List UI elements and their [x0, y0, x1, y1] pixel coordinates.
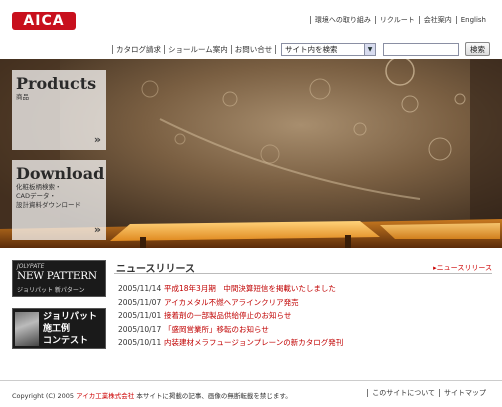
news-link[interactable]: 平成18年3月期 中間決算短信を掲載いたしました: [164, 283, 336, 294]
news-link[interactable]: 「盛岡営業所」移転のお知らせ: [164, 324, 269, 335]
download-subtitle-line: CADデータ・: [16, 192, 56, 200]
about-site-link[interactable]: このサイトについて: [367, 389, 439, 397]
banner-contest-line: コンテスト: [43, 336, 89, 346]
news-item: 2005/10/17 「盛岡営業所」移転のお知らせ: [118, 323, 492, 337]
banner-contest-text: ジョリパット 施工例 コンテスト: [43, 311, 97, 347]
news-title: ニュースリリース: [116, 264, 195, 275]
util-link-recruit[interactable]: リクルート: [374, 16, 419, 24]
catalog-request-link[interactable]: カタログ請求: [112, 45, 164, 54]
news-item: 2005/11/01 接着剤の一部製品供給停止のお知らせ: [118, 309, 492, 323]
news-link[interactable]: アイカメタル不燃ヘアラインクリア発売: [164, 297, 299, 308]
chevron-right-icon[interactable]: »: [94, 223, 101, 236]
chevron-down-icon[interactable]: ▼: [364, 44, 375, 55]
contact-link[interactable]: お問い合せ: [230, 45, 277, 54]
products-title: Products: [16, 74, 97, 93]
download-subtitle-line: 設計資料ダウンロード: [16, 201, 81, 209]
news-list: 2005/11/14 平成18年3月期 中間決算短信を掲載いたしました 2005…: [118, 282, 492, 350]
download-title: Download: [16, 164, 105, 183]
header: AICA 環境への取り組み リクルート 会社案内 English: [0, 0, 502, 41]
aica-logo[interactable]: AICA: [12, 12, 76, 30]
news-date: 2005/10/11: [118, 338, 162, 348]
copyright-prefix: Copyright (C) 2005: [12, 392, 77, 400]
news-more-link[interactable]: ▸ニュースリリース: [433, 263, 492, 273]
toolbar: カタログ請求 ショールーム案内 お問い合せ サイト内を検索 ▼ 検索: [0, 41, 502, 59]
news-date: 2005/11/01: [118, 311, 162, 321]
search-scope-select[interactable]: サイト内を検索 ▼: [281, 43, 376, 56]
banner-contest-line: ジョリパット: [43, 312, 98, 322]
utility-nav: 環境への取り組み リクルート 会社案内 English: [309, 16, 490, 24]
download-panel[interactable]: Download 化粧板柄検索・ CADデータ・ 設計資料ダウンロード »: [12, 160, 106, 240]
building-thumbnail: [15, 312, 39, 346]
toolbar-links: カタログ請求 ショールーム案内 お問い合せ: [112, 45, 277, 54]
download-subtitle-line: 化粧板柄検索・: [16, 183, 62, 191]
util-link-company[interactable]: 会社案内: [418, 16, 456, 24]
search-input[interactable]: [383, 43, 459, 56]
copyright-suffix: 本サイトに掲載の記事、画像の無断転載を禁じます。: [134, 392, 292, 400]
chevron-right-icon[interactable]: »: [94, 133, 101, 146]
news-date: 2005/11/14: [118, 284, 162, 294]
news-item: 2005/11/07 アイカメタル不燃ヘアラインクリア発売: [118, 296, 492, 310]
banner-contest-line: 施工例: [43, 324, 71, 334]
footer: Copyright (C) 2005 アイカ工業株式会社 本サイトに掲載の記事、…: [0, 380, 502, 407]
products-panel[interactable]: Products 商品 »: [12, 70, 106, 150]
news-item: 2005/11/14 平成18年3月期 中間決算短信を掲載いたしました: [118, 282, 492, 296]
company-link[interactable]: アイカ工業株式会社: [76, 392, 134, 400]
showroom-link[interactable]: ショールーム案内: [164, 45, 231, 54]
search-scope-value: サイト内を検索: [285, 45, 338, 54]
banner-headline: NEW PATTERN: [17, 270, 97, 282]
sitemap-link[interactable]: サイトマップ: [439, 389, 490, 397]
jolypate-new-pattern-banner[interactable]: JOLYPATE NEW PATTERN ジョリパット 新パターン: [12, 260, 106, 297]
news-link[interactable]: 内装建材メラフュージョンプレーンの新カタログ発刊: [164, 337, 343, 348]
products-subtitle: 商品: [16, 93, 29, 101]
news-link[interactable]: 接着剤の一部製品供給停止のお知らせ: [164, 310, 291, 321]
footer-links: このサイトについて サイトマップ: [367, 389, 490, 397]
util-link-environment[interactable]: 環境への取り組み: [309, 16, 375, 24]
copyright-text: Copyright (C) 2005 アイカ工業株式会社 本サイトに掲載の記事、…: [12, 390, 292, 400]
banner-brand-text: JOLYPATE: [17, 263, 45, 270]
banner-subline: ジョリパット 新パターン: [17, 287, 85, 294]
jolypate-contest-banner[interactable]: ジョリパット 施工例 コンテスト: [12, 308, 106, 349]
news-item: 2005/10/11 内装建材メラフュージョンプレーンの新カタログ発刊: [118, 336, 492, 350]
util-link-english[interactable]: English: [455, 16, 490, 24]
news-date: 2005/10/17: [118, 324, 162, 334]
news-date: 2005/11/07: [118, 297, 162, 307]
news-header: ニュースリリース ▸ニュースリリース: [114, 258, 492, 275]
search-button[interactable]: 検索: [465, 42, 490, 56]
